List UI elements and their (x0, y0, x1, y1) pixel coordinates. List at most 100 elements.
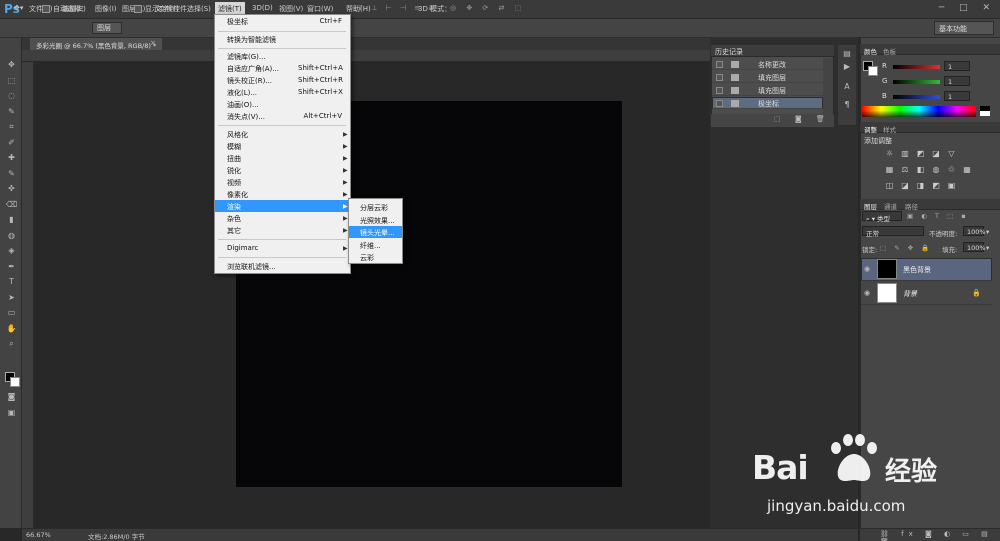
quick-mask-icon[interactable]: ◙ (6, 392, 17, 401)
quick-select-tool-icon[interactable]: ✎ (6, 107, 17, 116)
history-brush-tool-icon[interactable]: ⌫ (6, 200, 17, 209)
blend-mode-select[interactable]: 正常 (862, 226, 924, 238)
opacity-input[interactable]: 100% (963, 226, 986, 236)
layers-action-icons[interactable]: ⛓ fx ◙ ◐ ▭ ▤ 🗑 (880, 530, 1000, 541)
adjustment-icon[interactable]: ⚖ (901, 166, 910, 174)
screen-mode-icon[interactable]: ▣ (6, 408, 17, 417)
filter-menu-item[interactable]: 风格化 (215, 128, 350, 140)
actions-panel-icon[interactable]: ▶ (841, 62, 853, 71)
window-controls[interactable]: ─ □ ✕ (939, 3, 996, 13)
brush-tool-icon[interactable]: ✎ (6, 169, 17, 178)
channel-value-input[interactable]: 1 (944, 91, 970, 101)
adjustment-icon[interactable]: ◪ (901, 182, 910, 190)
fill-input[interactable]: 100% (963, 242, 986, 252)
move-tool-icon[interactable]: ✥ (6, 60, 17, 69)
channel-value-input[interactable]: 1 (944, 61, 970, 71)
layer-filter-icons[interactable]: ▣ ◐ T ⬚ ▪ (907, 212, 969, 220)
render-submenu-item[interactable]: 纤维... (349, 239, 402, 251)
channel-slider[interactable] (893, 95, 940, 99)
history-panel-icon[interactable]: ▤ (841, 49, 853, 58)
filter-menu-item[interactable]: 滤镜库(G)... (215, 50, 350, 62)
marquee-tool-icon[interactable]: ⬚ (6, 76, 17, 85)
eyedropper-tool-icon[interactable]: ✐ (6, 138, 17, 147)
filter-menu-item[interactable]: 杂色 (215, 212, 350, 224)
filter-menu-item[interactable]: 渲染 (215, 200, 350, 212)
document-tab[interactable]: 多彩光圈 @ 66.7% (黑色背景, RGB/8) * (30, 38, 163, 50)
type-tool-icon[interactable]: T (6, 277, 17, 286)
auto-select-checkbox[interactable]: 自动选择： (42, 4, 88, 14)
gradient-tool-icon[interactable]: ◍ (6, 231, 17, 240)
pen-tool-icon[interactable]: ✒ (6, 262, 17, 271)
move-tool-icon[interactable]: ✥▾ (14, 4, 23, 12)
channel-value-input[interactable]: 1 (944, 76, 970, 86)
menu-item[interactable]: 窗口(W) (307, 4, 333, 14)
stamp-tool-icon[interactable]: ✜ (6, 184, 17, 193)
layer-name[interactable]: 背景 (903, 289, 917, 299)
filter-menu-item[interactable]: Digimarc (215, 242, 350, 254)
background-color-swatch[interactable] (10, 377, 20, 387)
3d-tool-icons[interactable]: ◎ ✥ ⟳ ⇄ ⬚ (450, 4, 525, 12)
tab-adjustments[interactable]: 调整 (864, 124, 877, 134)
color-spectrum[interactable] (862, 106, 976, 117)
blur-tool-icon[interactable]: ◈ (6, 246, 17, 255)
hand-tool-icon[interactable]: ✋ (6, 324, 17, 333)
path-select-tool-icon[interactable]: ➤ (6, 293, 17, 302)
layer-filter-select[interactable]: ⌕ ▾ 类型 (862, 211, 902, 223)
layer-name[interactable]: 黑色背景 (903, 265, 931, 275)
eraser-tool-icon[interactable]: ▮ (6, 215, 17, 224)
white-swatch[interactable] (980, 111, 990, 116)
render-submenu-item[interactable]: 光照效果... (349, 214, 402, 226)
lasso-tool-icon[interactable]: ◌ (6, 91, 17, 100)
crop-tool-icon[interactable]: ⌗ (6, 122, 17, 131)
menu-item[interactable]: 视图(V) (279, 4, 303, 14)
menu-item[interactable]: 图像(I) (95, 4, 117, 14)
adjustment-icon[interactable]: ◩ (932, 182, 941, 190)
filter-menu-item[interactable]: 模糊 (215, 140, 350, 152)
eye-icon[interactable]: ◉ (864, 289, 870, 297)
show-transform-checkbox[interactable]: 显示变换控件 (134, 4, 187, 14)
opacity-dropdown-icon[interactable]: ▾ (986, 228, 989, 236)
paragraph-panel-icon[interactable]: ¶ (841, 100, 853, 109)
history-actions-icons[interactable]: ⬚ ◙ 🗑 (774, 115, 831, 123)
shape-tool-icon[interactable]: ▭ (6, 308, 17, 317)
filter-menu-item[interactable]: 视频 (215, 176, 350, 188)
filter-menu-item[interactable]: 锐化 (215, 164, 350, 176)
filter-menu-item[interactable]: 油画(O)... (215, 98, 350, 110)
tab-paths[interactable]: 路径 (905, 201, 918, 211)
adjustment-icon[interactable]: ◩ (916, 150, 925, 158)
adjustment-icon[interactable]: ♲ (947, 166, 956, 174)
filter-menu-item[interactable]: 扭曲 (215, 152, 350, 164)
adjustment-icon[interactable]: ◧ (916, 166, 925, 174)
adjustment-icon[interactable]: ☼ (885, 150, 894, 158)
character-panel-icon[interactable]: A (841, 82, 853, 91)
history-source-checkbox[interactable] (716, 61, 723, 68)
lock-icons[interactable]: ⬚ ✎ ✥ 🔒 (880, 244, 932, 252)
filter-menu-item[interactable]: 其它 (215, 224, 350, 236)
channel-slider[interactable] (893, 80, 940, 84)
zoom-level[interactable]: 66.67% (26, 531, 51, 539)
zoom-tool-icon[interactable]: ⌕ (6, 339, 17, 348)
tab-styles[interactable]: 样式 (883, 124, 896, 134)
history-source-checkbox[interactable] (716, 100, 723, 107)
history-source-checkbox[interactable] (716, 87, 723, 94)
render-submenu-item[interactable]: 云彩 (349, 251, 402, 263)
history-scrollbar[interactable] (823, 58, 833, 114)
adjustment-icon[interactable]: ▽ (947, 150, 956, 158)
panel-background-swatch[interactable] (868, 66, 878, 76)
filter-menu-item[interactable]: 浏览联机滤镜... (215, 260, 350, 272)
render-submenu-item[interactable]: 分层云彩 (349, 201, 402, 213)
workspace-select[interactable]: 基本功能 (934, 21, 994, 35)
tab-color[interactable]: 颜色 (864, 46, 877, 56)
channel-slider[interactable] (893, 65, 940, 69)
menu-item[interactable]: 选择(S) (187, 4, 211, 14)
menu-item[interactable]: 3D(D) (252, 4, 273, 12)
filter-menu-item[interactable]: 像素化 (215, 188, 350, 200)
adjustment-icon[interactable]: ◪ (932, 150, 941, 158)
adjustment-icon[interactable]: ▦ (885, 166, 894, 174)
filter-menu-item[interactable]: 转换为智能滤镜 (215, 33, 350, 45)
adjustment-icon[interactable]: ▥ (901, 150, 910, 158)
auto-select-dropdown[interactable]: 图层 (92, 22, 122, 34)
adjustment-icon[interactable]: ◫ (885, 182, 894, 190)
fill-dropdown-icon[interactable]: ▾ (986, 244, 989, 252)
healing-tool-icon[interactable]: ✚ (6, 153, 17, 162)
